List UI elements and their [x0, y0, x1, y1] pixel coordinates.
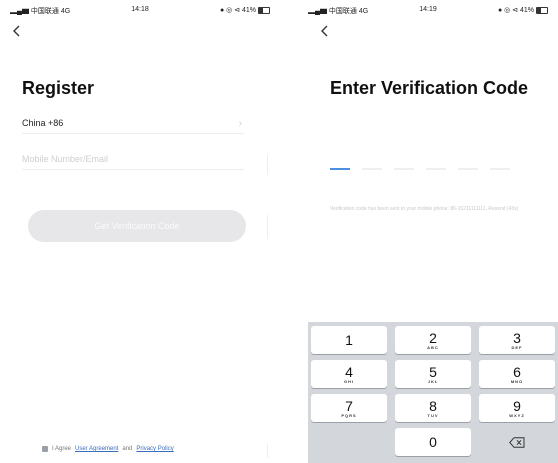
code-digit-slot: [362, 168, 382, 170]
key-4[interactable]: 4 GHI: [311, 360, 387, 388]
agreement-row: I Agree User Agreement and Privacy Polic…: [42, 446, 174, 452]
delete-key[interactable]: [479, 428, 555, 456]
country-selector[interactable]: China +86 ›: [22, 118, 244, 134]
verification-screen: ▂▄▆ 中国联通 4G 14:19 ● ◎ ⊲ 41% Enter Verifi…: [288, 0, 558, 463]
key-0[interactable]: 0: [395, 428, 471, 456]
key-2[interactable]: 2 ABC: [395, 326, 471, 354]
verification-hint: Verification code has been sent to your …: [330, 206, 519, 212]
key-9[interactable]: 9 WXYZ: [479, 394, 555, 422]
agree-checkbox[interactable]: [42, 446, 48, 452]
back-button[interactable]: [316, 22, 334, 40]
verification-code-input[interactable]: [330, 168, 510, 170]
blank-key: [311, 428, 387, 456]
key-digit: 8: [429, 397, 437, 414]
get-verification-code-button[interactable]: Get Verification Code: [28, 210, 246, 242]
key-3[interactable]: 3 DEF: [479, 326, 555, 354]
user-agreement-link[interactable]: User Agreement: [75, 446, 118, 452]
chevron-left-icon: [321, 25, 328, 37]
key-6[interactable]: 6 MNO: [479, 360, 555, 388]
code-digit-slot: [394, 168, 414, 170]
privacy-policy-link[interactable]: Privacy Policy: [136, 446, 173, 452]
account-field[interactable]: [22, 154, 244, 170]
battery-icon: [536, 7, 548, 14]
key-letters: GHI: [343, 378, 355, 384]
key-1[interactable]: 1: [311, 326, 387, 354]
status-icons: ● ◎ ⊲ 41%: [497, 7, 534, 14]
status-bar: ▂▄▆ 中国联通 4G 14:19 ● ◎ ⊲ 41%: [308, 6, 548, 18]
key-letters: TUV: [427, 412, 439, 418]
status-bar: ▂▄▆ 中国联通 4G 14:18 ● ◎ ⊲ 41%: [10, 6, 270, 18]
back-button[interactable]: [8, 22, 26, 40]
key-digit: 5: [429, 363, 437, 380]
divider: [22, 133, 244, 134]
page-title: Register: [22, 78, 95, 98]
key-letters: ABC: [427, 344, 439, 350]
battery-icon: [258, 7, 270, 14]
numeric-keypad: 1 2 ABC 3 DEF 4 GHI 5 JKL 6 MNO 7 PQRS 8 TUV 9 WXYZ 0: [308, 322, 558, 463]
divider: [267, 155, 268, 175]
key-5[interactable]: 5 JKL: [395, 360, 471, 388]
backspace-icon: [509, 436, 525, 448]
divider: [267, 444, 268, 458]
key-digit: 0: [429, 434, 437, 450]
key-8[interactable]: 8 TUV: [395, 394, 471, 422]
code-digit-slot: [330, 168, 350, 170]
chevron-left-icon: [13, 25, 20, 37]
key-digit: 9: [513, 397, 521, 414]
code-digit-slot: [426, 168, 446, 170]
key-digit: 1: [345, 332, 353, 348]
chevron-right-icon: ›: [238, 118, 242, 129]
key-letters: DEF: [511, 344, 523, 350]
code-digit-slot: [458, 168, 478, 170]
key-letters: WXYZ: [509, 412, 525, 418]
key-digit: 2: [429, 329, 437, 346]
country-value: China +86: [22, 118, 64, 128]
key-letters: PQRS: [341, 412, 357, 418]
key-digit: 4: [345, 363, 353, 380]
key-7[interactable]: 7 PQRS: [311, 394, 387, 422]
page-title: Enter Verification Code: [330, 78, 529, 98]
key-digit: 7: [345, 397, 353, 414]
agree-prefix: I Agree: [52, 446, 72, 452]
account-input[interactable]: [22, 154, 244, 164]
agree-and: and: [122, 446, 133, 452]
divider: [267, 215, 268, 239]
code-digit-slot: [490, 168, 510, 170]
key-digit: 6: [513, 363, 521, 380]
status-icons: ● ◎ ⊲ 41%: [219, 7, 256, 14]
key-letters: JKL: [427, 378, 439, 384]
register-screen: ▂▄▆ 中国联通 4G 14:18 ● ◎ ⊲ 41% Register Chi…: [0, 0, 280, 463]
key-digit: 3: [513, 329, 521, 346]
key-letters: MNO: [510, 378, 524, 384]
divider: [22, 169, 244, 170]
